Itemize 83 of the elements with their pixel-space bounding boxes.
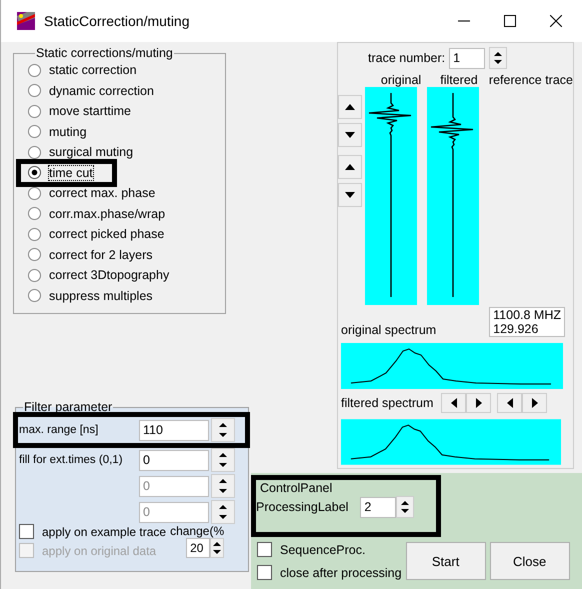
spectrum-label: original spectrum [341, 323, 436, 337]
radio-label[interactable]: corr.max.phase/wrap [49, 206, 166, 221]
window-title: StaticCorrection/muting [44, 13, 190, 29]
checkbox[interactable] [257, 542, 272, 557]
up-down-arrows-icon [218, 451, 228, 469]
field-label: fill for ext.times (0,1) [19, 454, 124, 466]
field-label: max. range [ns] [19, 424, 100, 436]
radio-button[interactable] [28, 104, 41, 118]
down-triangle-icon [345, 132, 355, 138]
input-field[interactable]: 110 [139, 420, 209, 440]
spin-button[interactable] [210, 538, 224, 558]
checkbox-label[interactable]: close after processing [280, 566, 402, 580]
column-heading: original [380, 73, 422, 87]
arrow-button[interactable] [338, 183, 362, 207]
frequency-readout: 1100.8 MHZ 129.926 [489, 307, 565, 337]
arrow-button[interactable] [497, 393, 522, 413]
left-triangle-icon [450, 398, 457, 408]
input-field[interactable]: 0 [139, 450, 209, 470]
up-down-arrows-icon [218, 477, 228, 495]
radio-button[interactable] [28, 166, 41, 180]
arrow-button[interactable] [522, 393, 548, 413]
processing-label: ProcessingLabel [256, 500, 348, 514]
spin-button[interactable] [489, 47, 508, 69]
app-icon [17, 12, 35, 30]
radio-label[interactable]: static correction [49, 63, 137, 78]
radio-button[interactable] [28, 125, 41, 138]
column-heading: filtered [439, 73, 479, 87]
checkbox-label[interactable]: apply on example trace [42, 524, 166, 538]
radio-label[interactable]: muting [49, 124, 87, 139]
trace-number-label: trace number: [368, 51, 446, 65]
arrow-button[interactable] [338, 95, 362, 119]
group-title: ControlPanel [259, 482, 334, 494]
down-triangle-icon [345, 192, 355, 198]
arrow-button[interactable] [338, 123, 362, 147]
radio-label[interactable]: correct 3Dtopography [49, 268, 170, 282]
radio-label[interactable]: correct picked phase [49, 227, 164, 242]
radio-button[interactable] [28, 64, 41, 77]
up-triangle-icon [345, 104, 355, 110]
up-down-arrows-icon [493, 50, 504, 66]
radio-button[interactable] [28, 186, 41, 200]
arrow-button[interactable] [466, 393, 492, 413]
radio-button[interactable] [28, 289, 41, 302]
column-heading: reference trace [488, 73, 573, 87]
radio-button[interactable] [28, 248, 41, 262]
trace-number-field[interactable]: 1 [449, 48, 486, 68]
radio-button[interactable] [28, 268, 41, 282]
start-button[interactable]: Start [406, 542, 486, 580]
arrow-button[interactable] [338, 155, 362, 179]
change-label: change(% [170, 524, 224, 538]
up-down-arrows-icon [400, 499, 410, 515]
radio-label[interactable]: surgical muting [49, 145, 134, 160]
spin-button[interactable] [211, 418, 235, 442]
radio-label[interactable]: suppress multiples [49, 288, 153, 303]
radio-label[interactable]: correct max. phase [49, 186, 156, 200]
spin-button[interactable] [211, 448, 235, 472]
up-triangle-icon [345, 164, 355, 170]
checkbox[interactable] [19, 524, 34, 539]
group-title: Filter parameter [23, 400, 114, 414]
right-triangle-icon [532, 398, 538, 408]
radio-label[interactable]: move starttime [49, 104, 131, 118]
processing-field[interactable]: 2 [360, 496, 396, 518]
right-triangle-icon [476, 398, 482, 408]
radio-button[interactable] [28, 146, 41, 159]
checkbox[interactable] [257, 565, 272, 580]
radio-button[interactable] [28, 207, 41, 220]
radio-button[interactable] [28, 228, 41, 241]
arrow-button[interactable] [441, 393, 466, 413]
radio-label[interactable]: dynamic correction [49, 84, 154, 98]
radio-button[interactable] [28, 84, 41, 98]
left-triangle-icon [506, 398, 513, 408]
group-title: Static corrections/muting [35, 46, 174, 60]
change-field[interactable]: 20 [186, 538, 210, 558]
radio-label[interactable]: time cut [49, 166, 93, 180]
close-icon[interactable] [550, 15, 562, 27]
close-button[interactable]: Close [490, 542, 570, 580]
spectrum-label: filtered spectrum [341, 396, 434, 410]
maximize-icon[interactable] [504, 15, 516, 27]
up-down-arrows-icon [212, 540, 222, 556]
up-down-arrows-icon [218, 421, 228, 439]
up-down-arrows-icon [218, 503, 228, 521]
spin-button[interactable] [396, 496, 414, 518]
radio-label[interactable]: correct for 2 layers [49, 248, 153, 262]
checkbox-label[interactable]: SequenceProc. [280, 542, 366, 556]
